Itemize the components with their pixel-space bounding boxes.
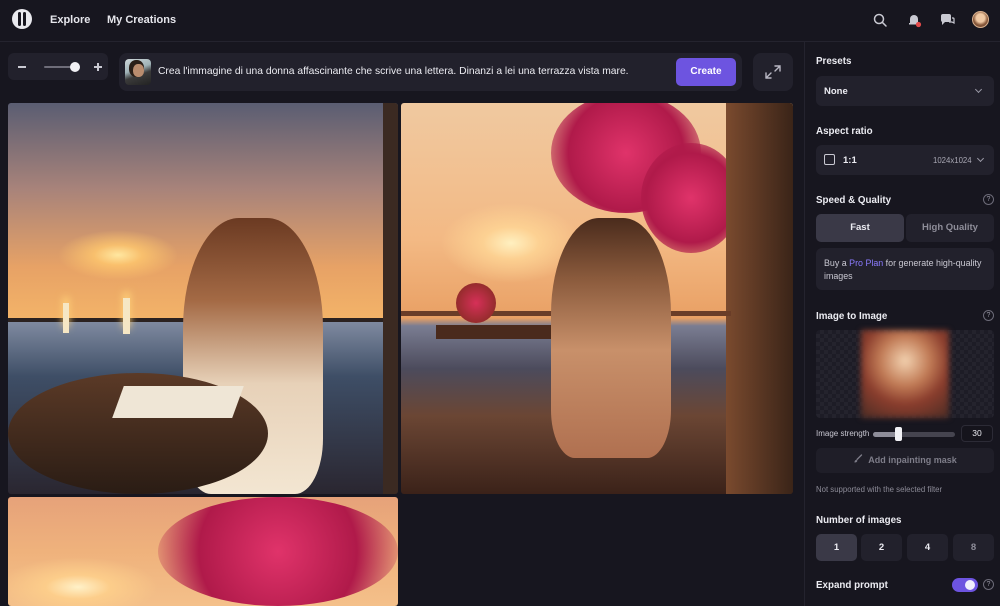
add-inpainting-mask-button[interactable]: Add inpainting mask (816, 448, 994, 473)
chevron-down-icon (976, 154, 985, 163)
image-strength-knob[interactable] (895, 427, 902, 441)
expand-prompt-label: Expand prompt (816, 580, 888, 591)
prompt-avatar (125, 59, 151, 85)
panel-divider (804, 42, 805, 606)
pro-plan-promo: Buy a Pro Plan for generate high-quality… (816, 248, 994, 290)
image-strength-input[interactable]: 30 (961, 425, 993, 442)
avatar[interactable] (972, 11, 989, 28)
expand-button[interactable] (753, 53, 793, 91)
nav-explore[interactable]: Explore (50, 14, 90, 26)
number-of-images-label: Number of images (816, 515, 902, 526)
candle (63, 303, 69, 333)
create-button[interactable]: Create (676, 58, 736, 86)
chat-icon[interactable] (939, 12, 955, 28)
num-images-2[interactable]: 2 (861, 534, 902, 561)
plus-icon-vertical[interactable] (97, 62, 99, 71)
promo-prefix: Buy a (824, 258, 850, 268)
wooden-door (726, 103, 793, 494)
image-to-image-label: Image to Image (816, 311, 888, 322)
generated-image-1[interactable] (8, 103, 398, 494)
presets-value: None (824, 86, 848, 97)
presets-select[interactable]: None (816, 76, 994, 106)
help-icon[interactable]: ? (983, 579, 994, 590)
expand-icon (765, 65, 781, 79)
app-logo[interactable] (12, 9, 32, 29)
woman-figure (551, 218, 671, 458)
aspect-ratio-value: 1:1 (843, 155, 857, 166)
generated-image-2[interactable] (401, 103, 793, 494)
aspect-ratio-select[interactable]: 1:1 1024x1024 (816, 145, 994, 175)
letter-paper (112, 386, 244, 418)
top-bar: Explore My Creations (0, 0, 1000, 42)
reference-image-preview (861, 330, 949, 418)
zoom-control (8, 53, 108, 80)
generated-image-3[interactable] (8, 497, 398, 606)
speed-fast-button[interactable]: Fast (816, 214, 904, 242)
arch-column (383, 103, 398, 494)
nav-my-creations[interactable]: My Creations (107, 14, 176, 26)
help-icon[interactable]: ? (983, 194, 994, 205)
aspect-dimensions: 1024x1024 (933, 156, 972, 165)
prompt-bar: Crea l'immagine di una donna affascinant… (119, 53, 742, 91)
filter-note: Not supported with the selected filter (816, 485, 943, 494)
image-strength-label: Image strength (816, 429, 870, 438)
chevron-down-icon (974, 85, 983, 94)
speed-high-quality-button[interactable]: High Quality (906, 214, 994, 242)
zoom-slider-knob[interactable] (70, 62, 80, 72)
add-inpainting-mask-label: Add inpainting mask (868, 455, 957, 465)
square-icon (824, 154, 835, 165)
candle (123, 298, 130, 334)
speed-quality-label: Speed & Quality (816, 195, 892, 206)
num-images-1[interactable]: 1 (816, 534, 857, 561)
num-images-8[interactable]: 8 (953, 534, 994, 561)
prompt-text[interactable]: Crea l'immagine di una donna affascinant… (158, 66, 629, 77)
minus-icon[interactable] (18, 66, 26, 68)
brush-icon (854, 454, 863, 463)
num-images-4[interactable]: 4 (907, 534, 948, 561)
aspect-ratio-label: Aspect ratio (816, 126, 873, 137)
search-icon[interactable] (872, 12, 888, 28)
bell-icon[interactable] (906, 12, 922, 28)
toggle-knob (965, 580, 975, 590)
image-strength-slider[interactable] (873, 432, 955, 437)
bougainvillea (158, 497, 398, 606)
pro-plan-link[interactable]: Pro Plan (849, 258, 883, 268)
help-icon[interactable]: ? (983, 310, 994, 321)
flower-pot (456, 283, 496, 323)
image-to-image-dropzone[interactable] (816, 330, 994, 418)
expand-prompt-toggle[interactable] (952, 578, 978, 592)
presets-label: Presets (816, 56, 852, 67)
